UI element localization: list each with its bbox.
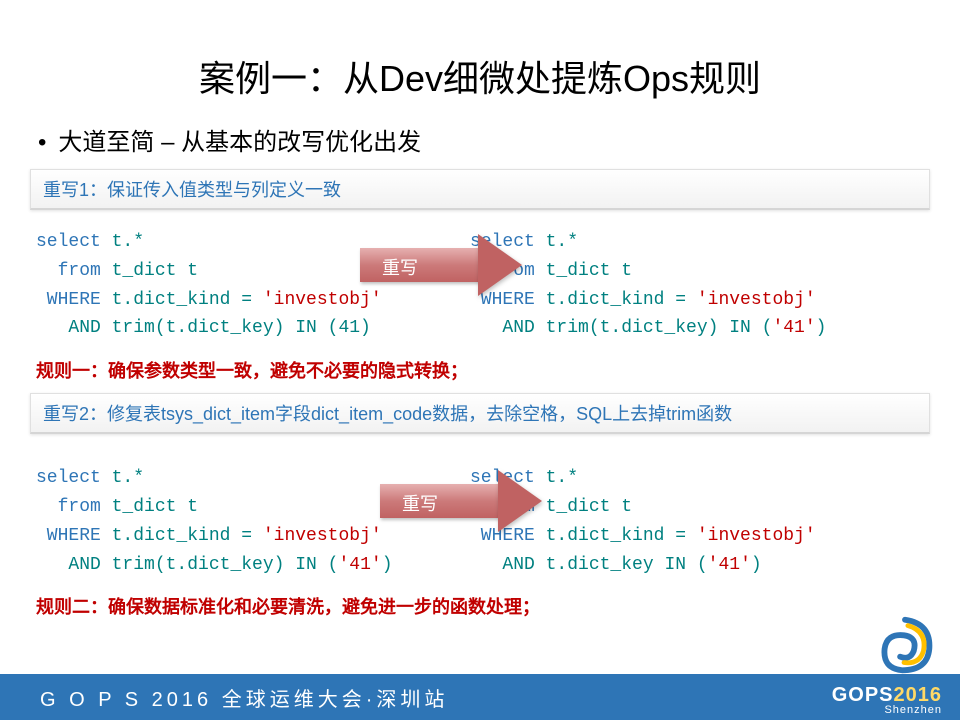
section1-rule: 规则一：确保参数类型一致，避免不必要的隐式转换； xyxy=(36,357,930,383)
footer-logo-gops: GOPS xyxy=(832,684,894,706)
section2-code-row: select t.* from t_dict t WHERE t.dict_ki… xyxy=(30,464,930,579)
arrow-head-icon xyxy=(478,234,522,296)
section2-rule: 规则二：确保数据标准化和必要清洗，避免进一步的函数处理； xyxy=(36,593,930,619)
section1-code-row: select t.* from t_dict t WHERE t.dict_ki… xyxy=(30,228,930,343)
slide: 案例一：从Dev细微处提炼Ops规则 • 大道至简 – 从基本的改写优化出发 重… xyxy=(0,0,960,619)
footer-logo-sub: Shenzhen xyxy=(832,705,942,716)
section2-header: 重写2：修复表tsys_dict_item字段dict_item_code数据，… xyxy=(30,393,930,434)
section2-arrow: 重写 xyxy=(380,476,550,526)
arrow-label: 重写 xyxy=(382,254,418,280)
arrow-body xyxy=(380,484,500,518)
slide-title: 案例一：从Dev细微处提炼Ops规则 xyxy=(30,50,930,102)
bullet-icon: • xyxy=(38,129,46,157)
footer-text: G O P S 2016 全球运维大会·深圳站 xyxy=(40,683,448,712)
footer-bar: G O P S 2016 全球运维大会·深圳站 GOPS2016 Shenzhe… xyxy=(0,674,960,720)
subtitle: 大道至简 – 从基本的改写优化出发 xyxy=(58,122,421,157)
section1-header: 重写1：保证传入值类型与列定义一致 xyxy=(30,169,930,210)
subtitle-row: • 大道至简 – 从基本的改写优化出发 xyxy=(30,122,930,157)
footer-logo-year: 2016 xyxy=(894,684,943,706)
arrow-head-icon xyxy=(498,470,542,532)
gops-swirl-icon xyxy=(870,612,940,680)
section1-arrow: 重写 xyxy=(360,240,530,290)
footer-logo: GOPS2016 Shenzhen xyxy=(832,685,942,716)
arrow-label: 重写 xyxy=(402,490,438,516)
arrow-body xyxy=(360,248,480,282)
